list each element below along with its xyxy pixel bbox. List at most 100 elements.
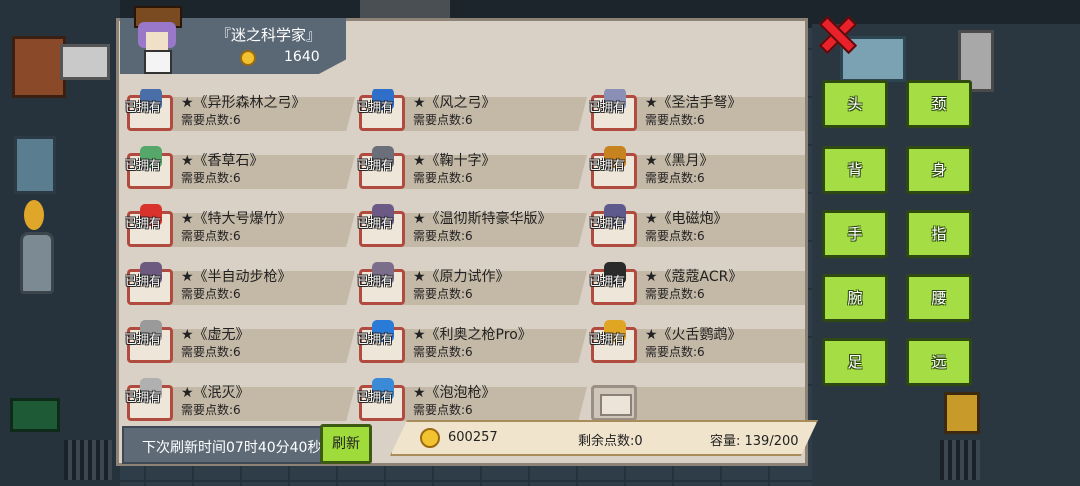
- shop-item[interactable]: 已拥有 ★《蔻蔻ACR》 需要点数:6: [587, 262, 805, 309]
- shop-item[interactable]: [587, 379, 805, 425]
- item-cost: 需要点数:6: [413, 171, 473, 185]
- shop-item[interactable]: 已拥有 ★《原力试作》 需要点数:6: [355, 262, 587, 309]
- equip-slot-button[interactable]: 腕: [822, 274, 888, 322]
- shop-item[interactable]: 已拥有 ★《异形森林之弓》 需要点数:6: [123, 89, 355, 135]
- item-cost: 需要点数:6: [645, 345, 705, 359]
- equip-slot-button[interactable]: 头: [822, 80, 888, 128]
- lamp-decoration: [944, 392, 980, 434]
- shop-item[interactable]: 已拥有 ★《半自动步枪》 需要点数:6: [123, 262, 355, 309]
- shop-item[interactable]: 已拥有 ★《黑月》需要点数:6: [587, 146, 805, 193]
- owned-badge: 已拥有: [589, 332, 626, 346]
- item-cost: 需要点数:6: [181, 171, 241, 185]
- shop-item[interactable]: 已拥有 ★《虚无》需要点数:6: [123, 320, 355, 367]
- resource-bar: 600257 剩余点数:0 容量: 139/200: [390, 420, 818, 456]
- item-cost: 需要点数:6: [413, 113, 473, 127]
- avatar-face: [146, 32, 168, 50]
- shop-item[interactable]: 已拥有 ★《利奥之枪Pro》 需要点数:6: [355, 320, 587, 367]
- equip-slot-button[interactable]: 指: [906, 210, 972, 258]
- owned-badge: 已拥有: [125, 332, 162, 346]
- item-cost: 需要点数:6: [413, 345, 473, 359]
- floor-grate: [64, 440, 112, 480]
- item-name: ★《风之弓》: [413, 95, 496, 111]
- shop-item[interactable]: 已拥有 ★《温彻斯特豪华版》 需要点数:6: [355, 204, 587, 251]
- item-name: ★《黑月》: [645, 153, 714, 169]
- owned-badge: 已拥有: [357, 158, 394, 172]
- item-name: ★《异形森林之弓》: [181, 95, 306, 111]
- equip-slot-button[interactable]: 足: [822, 338, 888, 386]
- item-cost: 需要点数:6: [645, 171, 705, 185]
- item-cost: 需要点数:6: [645, 287, 705, 301]
- equip-slot-button[interactable]: 背: [822, 146, 888, 194]
- shop-item[interactable]: 已拥有 ★《电磁炮》 需要点数:6: [587, 204, 805, 251]
- item-name: ★《鞠十字》: [413, 153, 496, 169]
- shop-item[interactable]: 已拥有 ★《香草石》 需要点数:6: [123, 146, 355, 193]
- item-cost: 需要点数:6: [181, 113, 241, 127]
- owned-badge: 已拥有: [125, 100, 162, 114]
- owned-badge: 已拥有: [357, 216, 394, 230]
- remaining-points: 剩余点数:0: [578, 434, 643, 449]
- gold-amount: 600257: [448, 430, 498, 445]
- item-thumbnail[interactable]: [591, 385, 637, 421]
- shop-item[interactable]: 已拥有 ★《泡泡枪》 需要点数:6: [355, 378, 587, 425]
- equip-slot-button[interactable]: 颈: [906, 80, 972, 128]
- desk-furniture: [12, 36, 66, 98]
- equip-slot-button[interactable]: 手: [822, 210, 888, 258]
- item-name: ★《原力试作》: [413, 269, 510, 285]
- equip-slot-button[interactable]: 远: [906, 338, 972, 386]
- item-name: ★《火舌鹦鹉》: [645, 327, 742, 343]
- shop-item[interactable]: 已拥有 ★《圣洁手弩》 需要点数:6: [587, 89, 805, 135]
- owned-badge: 已拥有: [357, 274, 394, 288]
- owned-badge: 已拥有: [589, 274, 626, 288]
- item-name: ★《蔻蔻ACR》: [645, 269, 743, 285]
- item-name: ★《特大号爆竹》: [181, 211, 292, 227]
- owned-badge: 已拥有: [125, 390, 162, 404]
- item-cost: 需要点数:6: [413, 229, 473, 243]
- machine-furniture: [60, 44, 110, 80]
- owned-badge: 已拥有: [357, 390, 394, 404]
- shop-panel: 已拥有 ★《异形森林之弓》 需要点数:6 已拥有 ★《风之弓》 需要点数:6 已拥有 ★《圣洁…: [116, 18, 808, 466]
- item-name: ★《泯灭》: [181, 385, 250, 401]
- merchant-coins: 1640: [284, 49, 320, 65]
- item-name: ★《利奥之枪Pro》: [413, 327, 532, 343]
- item-name: ★《香草石》: [181, 153, 264, 169]
- owned-badge: 已拥有: [125, 274, 162, 288]
- close-icon[interactable]: [818, 16, 852, 50]
- empty-slot-icon: [600, 394, 632, 416]
- equip-slot-button[interactable]: 身: [906, 146, 972, 194]
- owned-badge: 已拥有: [357, 332, 394, 346]
- vase-decoration: [20, 232, 54, 294]
- refresh-timer: 下次刷新时间07时40分40秒: [142, 440, 322, 456]
- item-cost: 需要点数:6: [181, 229, 241, 243]
- item-name: ★《虚无》: [181, 327, 250, 343]
- shop-item[interactable]: 已拥有 ★《特大号爆竹》 需要点数:6: [123, 204, 355, 251]
- item-name: ★《圣洁手弩》: [645, 95, 742, 111]
- merchant-avatar: [128, 6, 186, 76]
- refresh-button[interactable]: 刷新: [320, 424, 372, 464]
- equip-slot-button[interactable]: 腰: [906, 274, 972, 322]
- item-name: ★《温彻斯特豪华版》: [413, 211, 552, 227]
- owned-badge: 已拥有: [125, 216, 162, 230]
- flower-decoration: [24, 200, 44, 230]
- item-cost: 需要点数:6: [181, 287, 241, 301]
- chair-furniture: [14, 136, 56, 194]
- avatar-coat: [144, 50, 172, 74]
- capacity: 容量: 139/200: [710, 434, 799, 449]
- shop-item[interactable]: 已拥有 ★《鞠十字》 需要点数:6: [355, 146, 587, 193]
- shop-item[interactable]: 已拥有 ★《泯灭》需要点数:6: [123, 378, 355, 425]
- owned-badge: 已拥有: [589, 216, 626, 230]
- item-cost: 需要点数:6: [181, 345, 241, 359]
- item-cost: 需要点数:6: [413, 287, 473, 301]
- owned-badge: 已拥有: [589, 158, 626, 172]
- owned-badge: 已拥有: [125, 158, 162, 172]
- item-cost: 需要点数:6: [181, 403, 241, 417]
- merchant-name: 『迷之科学家』: [216, 26, 322, 44]
- shop-item[interactable]: 已拥有 ★《风之弓》 需要点数:6: [355, 89, 587, 135]
- wall-panel: [10, 398, 60, 432]
- item-cost: 需要点数:6: [645, 113, 705, 127]
- refresh-timer-bar: 下次刷新时间07时40分40秒: [122, 426, 322, 464]
- shop-item[interactable]: 已拥有 ★《火舌鹦鹉》 需要点数:6: [587, 320, 805, 367]
- owned-badge: 已拥有: [589, 100, 626, 114]
- floor-grate-right: [940, 440, 980, 480]
- item-list[interactable]: 已拥有 ★《异形森林之弓》 需要点数:6 已拥有 ★《风之弓》 需要点数:6 已拥有 ★《圣洁…: [119, 89, 805, 431]
- owned-badge: 已拥有: [357, 100, 394, 114]
